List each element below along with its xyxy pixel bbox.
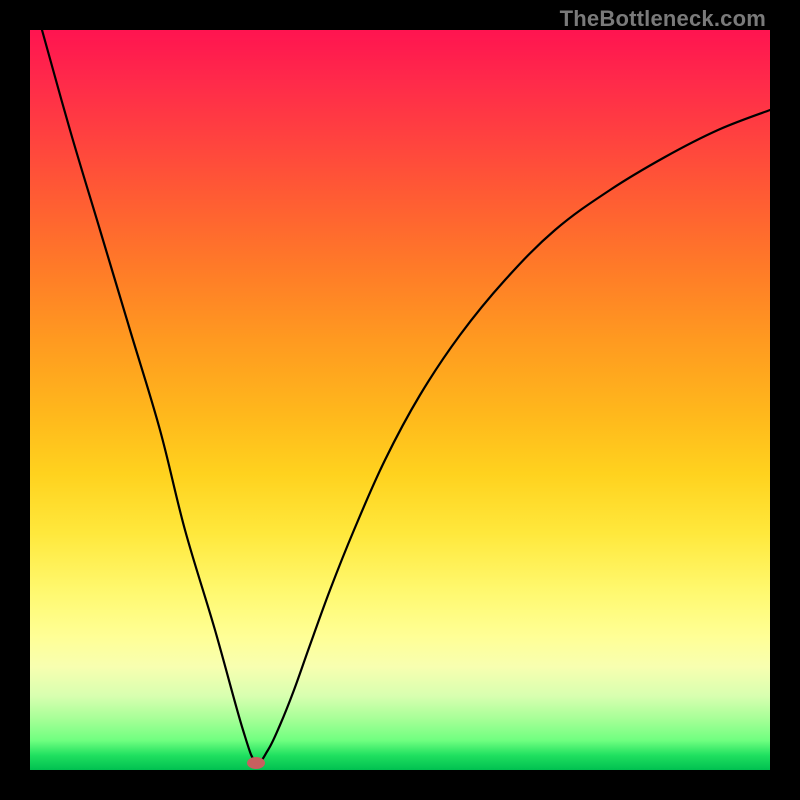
plot-area bbox=[30, 30, 770, 770]
watermark-text: TheBottleneck.com bbox=[560, 6, 766, 32]
chart-frame: TheBottleneck.com bbox=[0, 0, 800, 800]
minimum-marker bbox=[247, 757, 265, 769]
bottleneck-curve bbox=[30, 30, 770, 770]
